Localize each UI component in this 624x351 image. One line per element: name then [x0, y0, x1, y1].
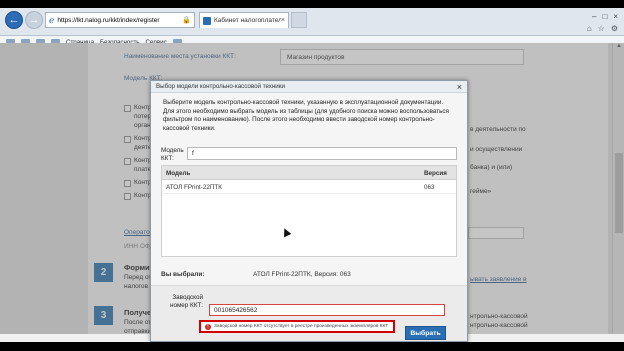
tab-title: Кабинет налогоплательщ...	[214, 17, 281, 24]
column-version[interactable]: Версия	[424, 170, 447, 177]
tab-close-icon[interactable]: ×	[281, 17, 285, 24]
browser-titlebar: ← → ℯ https://lkt.nalog.ru/kkt/index/reg…	[0, 8, 624, 36]
serial-number-input[interactable]	[209, 304, 445, 316]
serial-error-message: ! Заводской номер ККТ отсутствует в реес…	[199, 320, 395, 333]
back-button[interactable]: ←	[5, 11, 23, 29]
serial-label: Заводской номер ККТ:	[170, 294, 203, 309]
model-filter-label: Модель ККТ:	[161, 147, 184, 162]
error-text: Заводской номер ККТ отсутствует в реестр…	[214, 324, 389, 329]
dialog-close-icon[interactable]: ×	[457, 82, 462, 92]
selected-value: АТОЛ FPrint-22ПТК, Версия: 063	[253, 271, 351, 278]
dialog-body: Выберите модель контрольно-кассовой техн…	[151, 93, 467, 341]
kkt-model-dialog: Выбор модели контрольно-кассовой техники…	[150, 80, 468, 342]
model-table: Модель Версия АТОЛ FPrint-22ПТК 063	[161, 165, 457, 257]
window-controls: – □ ×	[592, 12, 618, 21]
selected-label: Вы выбрали:	[161, 271, 205, 278]
dialog-title: Выбор модели контрольно-кассовой техники	[156, 83, 285, 90]
settings-gear-icon[interactable]: ⚙	[611, 24, 618, 33]
choose-button[interactable]: Выбрать	[405, 326, 446, 340]
row-version: 063	[424, 184, 435, 191]
browser-toolbar-icons: ⌂ ☆ ⚙	[587, 24, 618, 33]
maximize-icon[interactable]: □	[602, 12, 607, 21]
favorites-star-icon[interactable]: ☆	[598, 24, 605, 33]
dialog-description: Выберите модель контрольно-кассовой техн…	[163, 99, 449, 132]
home-icon[interactable]: ⌂	[587, 24, 592, 33]
letterbox-top	[0, 0, 624, 8]
minimize-icon[interactable]: –	[592, 12, 596, 21]
browser-tab[interactable]: Кабинет налогоплательщ... ×	[199, 12, 289, 28]
ie-icon: ℯ	[49, 14, 55, 25]
new-tab-button[interactable]	[291, 12, 307, 28]
address-url: https://lkt.nalog.ru/kkt/index/register	[57, 16, 160, 24]
forward-button[interactable]: →	[25, 11, 43, 29]
dialog-header: Выбор модели контрольно-кассовой техники	[151, 81, 467, 93]
model-filter-input[interactable]	[187, 147, 457, 160]
close-window-icon[interactable]: ×	[613, 12, 618, 21]
serial-section: Заводской номер ККТ: ! Заводской номер К…	[151, 285, 467, 341]
selected-summary: Вы выбрали: АТОЛ FPrint-22ПТК, Версия: 0…	[161, 267, 457, 287]
row-model: АТОЛ FPrint-22ПТК	[166, 184, 222, 191]
favicon-icon	[203, 16, 211, 25]
error-icon: !	[205, 323, 211, 330]
table-row[interactable]: АТОЛ FPrint-22ПТК 063	[162, 180, 456, 194]
letterbox-bottom	[0, 342, 624, 351]
address-bar[interactable]: ℯ https://lkt.nalog.ru/kkt/index/registe…	[45, 12, 195, 28]
lock-icon[interactable]: 🔒	[182, 16, 191, 24]
table-header: Модель Версия	[162, 166, 456, 180]
column-model[interactable]: Модель	[166, 170, 190, 177]
